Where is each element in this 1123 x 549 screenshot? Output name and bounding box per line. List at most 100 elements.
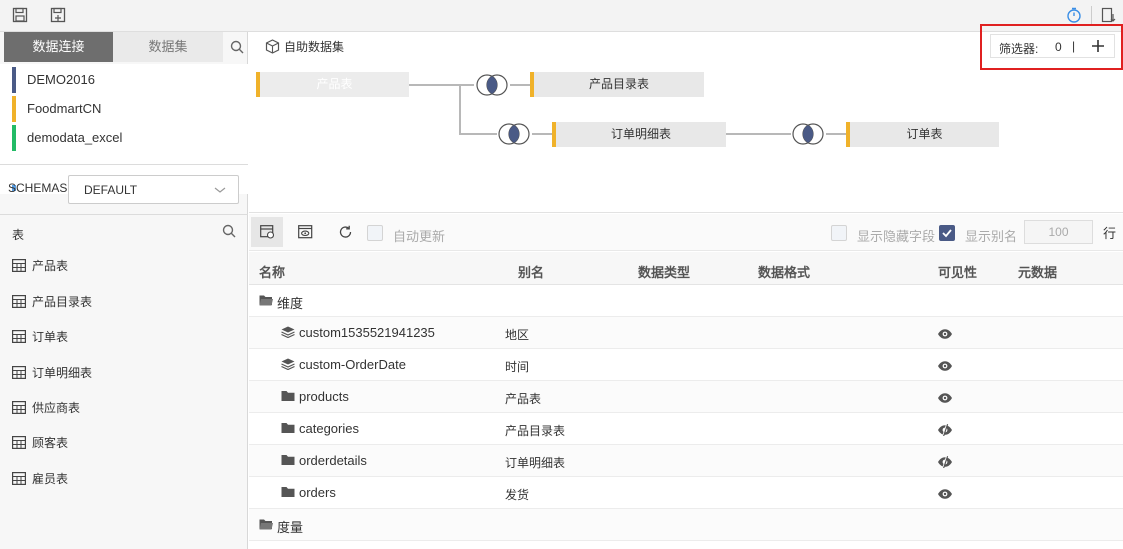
save-as-icon[interactable] <box>50 7 66 23</box>
tab-dataset[interactable]: 数据集 <box>113 32 223 62</box>
table-name: 顾客表 <box>32 436 69 450</box>
field-alias[interactable]: 订单明细表 <box>505 454 565 471</box>
schemas-label: SCHEMAS <box>8 181 68 195</box>
table-row[interactable]: categories 产品目录表 <box>249 413 1123 445</box>
preview-button[interactable] <box>289 217 321 247</box>
table-item[interactable]: 雇员表 <box>12 469 68 489</box>
toolbar-divider <box>1091 6 1092 24</box>
table-item[interactable]: 订单表 <box>12 327 68 347</box>
group-label: 度量 <box>277 520 304 535</box>
field-name-text: products <box>299 389 349 404</box>
connection-item[interactable]: demodata_excel <box>12 125 122 151</box>
schemas-select[interactable]: DEFAULT <box>68 175 239 204</box>
top-toolbar <box>0 0 1123 32</box>
filter-label: 筛选器: <box>999 42 1039 56</box>
table-row[interactable]: custom1535521941235 地区 <box>249 317 1123 349</box>
join-diagram: 自助数据集 筛选器: 0 | 产品表 产品目录表 订单明细表 订单表 <box>249 24 1123 213</box>
header-metadata[interactable]: 元数据 <box>1018 262 1057 281</box>
table-name: 订单表 <box>32 330 69 344</box>
plus-icon[interactable] <box>1091 39 1105 53</box>
connection-item[interactable]: FoodmartCN <box>12 96 101 122</box>
field-alias[interactable]: 地区 <box>505 326 529 343</box>
right-panel: 自助数据集 筛选器: 0 | 产品表 产品目录表 订单明细表 订单表 自动更新 … <box>249 24 1123 549</box>
search-icon[interactable] <box>222 224 236 238</box>
table-item[interactable]: 订单明细表 <box>12 363 92 383</box>
connection-item[interactable]: DEMO2016 <box>12 67 95 93</box>
table-icon <box>12 295 26 308</box>
eye-icon[interactable] <box>937 360 953 372</box>
filter-count: 0 <box>1055 40 1062 54</box>
header-name[interactable]: 名称 <box>259 262 285 281</box>
table-item[interactable]: 产品表 <box>12 256 68 276</box>
row-unit-label: 行 <box>1103 226 1117 241</box>
filter-highlight-box: 筛选器: 0 | <box>980 24 1123 70</box>
field-alias[interactable]: 时间 <box>505 358 529 375</box>
eye-hidden-icon[interactable] <box>937 456 953 468</box>
field-settings-button[interactable] <box>251 217 283 247</box>
field-alias[interactable]: 产品目录表 <box>505 422 565 439</box>
table-name: 订单明细表 <box>32 366 93 380</box>
field-alias[interactable]: 发货 <box>505 486 529 503</box>
table-row[interactable]: products 产品表 <box>249 381 1123 413</box>
show-hidden-checkbox[interactable] <box>831 225 847 241</box>
group-row-dimension[interactable]: 维度 <box>249 285 1123 317</box>
preview-icon <box>298 225 313 239</box>
header-data-format[interactable]: 数据格式 <box>758 262 810 281</box>
save-icon[interactable] <box>12 7 28 23</box>
table-settings-icon <box>260 225 275 239</box>
table-name: 雇员表 <box>32 472 69 486</box>
table-node[interactable]: 产品表 <box>256 72 409 97</box>
show-alias-checkbox[interactable] <box>939 225 955 241</box>
layers-icon <box>281 358 295 370</box>
row-count-input[interactable]: 100 <box>1024 220 1093 244</box>
field-name-text: categories <box>299 421 359 436</box>
eye-icon[interactable] <box>937 392 953 404</box>
table-row[interactable]: orders 发货 <box>249 477 1123 509</box>
field-name-text: orderdetails <box>299 453 367 468</box>
field-name-text: custom-OrderDate <box>299 357 406 372</box>
connection-color-bar <box>12 96 16 122</box>
filter-control: 筛选器: 0 | <box>990 34 1115 58</box>
join-line <box>726 133 791 135</box>
table-node[interactable]: 产品目录表 <box>530 72 704 97</box>
table-item[interactable]: 供应商表 <box>12 398 80 418</box>
auto-update-checkbox[interactable] <box>367 225 383 241</box>
table-row[interactable]: orderdetails 订单明细表 <box>249 445 1123 477</box>
eye-icon[interactable] <box>937 328 953 340</box>
grid-toolbar: 自动更新 显示隐藏字段 显示别名 100 行 <box>249 214 1123 251</box>
refresh-button[interactable] <box>329 217 361 247</box>
table-node[interactable]: 订单表 <box>846 122 999 147</box>
export-icon[interactable] <box>1101 7 1117 23</box>
timer-icon[interactable] <box>1066 7 1082 23</box>
group-name: 度量 <box>259 517 303 536</box>
table-icon <box>12 472 26 485</box>
table-icon <box>12 259 26 272</box>
field-name-text: custom1535521941235 <box>299 325 435 340</box>
field-alias[interactable]: 产品表 <box>505 390 541 407</box>
connection-color-bar <box>12 67 16 93</box>
join-line <box>510 84 530 86</box>
refresh-icon <box>339 225 352 238</box>
table-row[interactable]: custom-OrderDate 时间 <box>249 349 1123 381</box>
eye-hidden-icon[interactable] <box>937 424 953 436</box>
inner-join-icon[interactable] <box>790 122 826 146</box>
header-data-type[interactable]: 数据类型 <box>638 262 690 281</box>
header-visibility[interactable]: 可见性 <box>938 262 977 281</box>
connection-name: demodata_excel <box>27 130 123 145</box>
inner-join-icon[interactable] <box>474 73 510 97</box>
inner-join-icon[interactable] <box>496 122 532 146</box>
tables-header: 表 <box>0 214 248 248</box>
connection-color-bar <box>12 125 16 151</box>
header-alias[interactable]: 别名 <box>518 262 544 281</box>
folder-icon <box>281 391 295 401</box>
tab-data-connection[interactable]: 数据连接 <box>4 32 113 62</box>
field-name-text: orders <box>299 485 336 500</box>
table-item[interactable]: 产品目录表 <box>12 292 92 312</box>
table-node[interactable]: 订单明细表 <box>552 122 726 147</box>
tables-label: 表 <box>12 228 25 242</box>
eye-icon[interactable] <box>937 488 953 500</box>
table-item[interactable]: 顾客表 <box>12 433 68 453</box>
group-row-measure[interactable]: 度量 <box>249 509 1123 541</box>
search-icon[interactable] <box>230 40 244 54</box>
table-icon <box>12 330 26 343</box>
